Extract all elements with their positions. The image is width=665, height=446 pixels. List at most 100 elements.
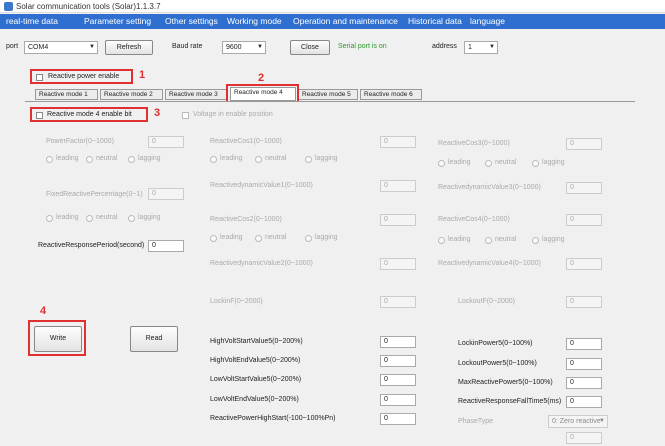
- radio-leading[interactable]: [210, 156, 217, 163]
- radio-neutral[interactable]: [485, 160, 492, 167]
- radio-lagging[interactable]: [128, 156, 135, 163]
- radio-leading[interactable]: [438, 237, 445, 244]
- port-select[interactable]: COM4 ▼: [24, 41, 98, 54]
- low-volt-start-input[interactable]: 0: [380, 374, 416, 386]
- annotation-number-4: 4: [40, 305, 47, 317]
- radio-lagging[interactable]: [532, 237, 539, 244]
- reactive-dynamic2-input[interactable]: 0: [380, 258, 416, 270]
- radio-leading-label: leading: [220, 155, 243, 162]
- radio-lagging-label: lagging: [542, 236, 565, 243]
- baud-rate-label: Baud rate: [172, 43, 203, 50]
- address-label: address: [432, 43, 457, 50]
- menu-historical-data[interactable]: Historical data: [408, 16, 462, 26]
- reactive-dynamic1-input[interactable]: 0: [380, 180, 416, 192]
- reactive-dynamic1-label: ReactivedynamicValue1(0~1000): [210, 182, 313, 189]
- reactive-cos1-label: ReactiveCos1(0~1000): [210, 138, 282, 145]
- radio-lagging-label: lagging: [542, 159, 565, 166]
- radio-leading[interactable]: [46, 156, 53, 163]
- radio-neutral-label: neutral: [96, 214, 118, 221]
- address-select[interactable]: 1 ▼: [464, 41, 498, 54]
- reactive-dynamic2-label: ReactivedynamicValue2(0~1000): [210, 260, 313, 267]
- radio-neutral-label: neutral: [495, 159, 517, 166]
- radio-neutral[interactable]: [86, 156, 93, 163]
- address-value: 1: [468, 44, 472, 51]
- lockout-input[interactable]: 0: [566, 296, 602, 308]
- close-port-button[interactable]: Close: [290, 40, 330, 55]
- fixed-reactive-input[interactable]: 0: [148, 188, 184, 200]
- reactive-dynamic3-input[interactable]: 0: [566, 182, 602, 194]
- read-button[interactable]: Read: [130, 326, 178, 352]
- response-period-input[interactable]: 0: [148, 240, 184, 252]
- radio-neutral[interactable]: [255, 235, 262, 242]
- port-label: port: [6, 43, 19, 50]
- tab-content-panel: [25, 101, 635, 446]
- radio-lagging[interactable]: [305, 156, 312, 163]
- chevron-down-icon: ▼: [599, 418, 605, 424]
- radio-lagging[interactable]: [305, 235, 312, 242]
- reactive-cos2-label: ReactiveCos2(0~1000): [210, 216, 282, 223]
- lockin-input[interactable]: 0: [380, 296, 416, 308]
- radio-leading-label: leading: [56, 214, 79, 221]
- reactive-cos4-label: ReactiveCos4(0~1000): [438, 216, 510, 223]
- window-title: Solar communication tools (Solar)1.1.3.7: [16, 2, 161, 11]
- chevron-down-icon: ▼: [257, 44, 263, 50]
- radio-leading[interactable]: [46, 215, 53, 222]
- radio-leading-label: leading: [448, 236, 471, 243]
- reactive-power-high-start-label: ReactivePowerHighStart(-100~100%Pn): [210, 415, 336, 422]
- high-volt-start-label: HighVoltStartValue5(0~200%): [210, 338, 303, 345]
- baud-rate-select[interactable]: 9600 ▼: [222, 41, 266, 54]
- max-reactive-power-label: MaxReactivePower5(0~100%): [458, 379, 553, 386]
- high-volt-start-input[interactable]: 0: [380, 336, 416, 348]
- radio-leading[interactable]: [210, 235, 217, 242]
- menu-language[interactable]: language: [470, 16, 505, 26]
- phase-type-select[interactable]: 0: Zero reactive ▼: [548, 415, 608, 428]
- response-fall-time-input[interactable]: 0: [566, 396, 602, 408]
- tab-reactive-mode-5[interactable]: Reactive mode 5: [298, 89, 358, 100]
- menu-parameter-setting[interactable]: Parameter setting: [84, 16, 151, 26]
- radio-lagging[interactable]: [128, 215, 135, 222]
- radio-neutral-label: neutral: [265, 234, 287, 241]
- radio-neutral-label: neutral: [495, 236, 517, 243]
- tab-reactive-mode-6[interactable]: Reactive mode 6: [360, 89, 422, 100]
- annotation-number-3: 3: [154, 107, 161, 119]
- reactive-power-high-start-input[interactable]: 0: [380, 413, 416, 425]
- tab-reactive-mode-3[interactable]: Reactive mode 3: [165, 89, 228, 100]
- tab-reactive-mode-2[interactable]: Reactive mode 2: [100, 89, 163, 100]
- high-volt-end-input[interactable]: 0: [380, 355, 416, 367]
- max-reactive-power-input[interactable]: 0: [566, 377, 602, 389]
- lockin-label: LockinF(0~2000): [210, 298, 263, 305]
- chevron-down-icon: ▼: [489, 44, 495, 50]
- radio-neutral[interactable]: [485, 237, 492, 244]
- radio-lagging[interactable]: [532, 160, 539, 167]
- reactive-cos2-input[interactable]: 0: [380, 214, 416, 226]
- lockin-power-label: LockinPower5(0~100%): [458, 340, 533, 347]
- menu-operation-maintenance[interactable]: Operation and maintenance: [293, 16, 398, 26]
- low-volt-end-input[interactable]: 0: [380, 394, 416, 406]
- low-volt-start-label: LowVoltStartValue5(0~200%): [210, 376, 302, 383]
- annotation-box-3: [30, 107, 148, 122]
- power-factor-input[interactable]: 0: [148, 136, 184, 148]
- radio-leading-label: leading: [448, 159, 471, 166]
- annotation-box-4: [28, 320, 86, 356]
- radio-lagging-label: lagging: [315, 155, 338, 162]
- reactive-cos1-input[interactable]: 0: [380, 136, 416, 148]
- menu-other-settings[interactable]: Other settings: [165, 16, 218, 26]
- radio-neutral[interactable]: [86, 215, 93, 222]
- extra-value-input[interactable]: 0: [566, 432, 602, 444]
- lockout-power-input[interactable]: 0: [566, 358, 602, 370]
- radio-leading[interactable]: [438, 160, 445, 167]
- tab-reactive-mode-1[interactable]: Reactive mode 1: [35, 89, 98, 100]
- fixed-reactive-label: FixedReactivePercentage(0~1): [46, 191, 143, 198]
- menu-working-mode[interactable]: Working mode: [227, 16, 282, 26]
- voltage-enable-checkbox[interactable]: [182, 112, 189, 119]
- radio-neutral[interactable]: [255, 156, 262, 163]
- lockin-power-input[interactable]: 0: [566, 338, 602, 350]
- voltage-enable-label: Voltage in enable position: [193, 111, 273, 118]
- reactive-cos3-input[interactable]: 0: [566, 138, 602, 150]
- reactive-cos4-input[interactable]: 0: [566, 214, 602, 226]
- reactive-dynamic4-input[interactable]: 0: [566, 258, 602, 270]
- title-bar: Solar communication tools (Solar)1.1.3.7: [0, 0, 665, 13]
- menu-realtime-data[interactable]: real-time data: [6, 16, 58, 26]
- refresh-button[interactable]: Refresh: [105, 40, 153, 55]
- radio-neutral-label: neutral: [96, 155, 118, 162]
